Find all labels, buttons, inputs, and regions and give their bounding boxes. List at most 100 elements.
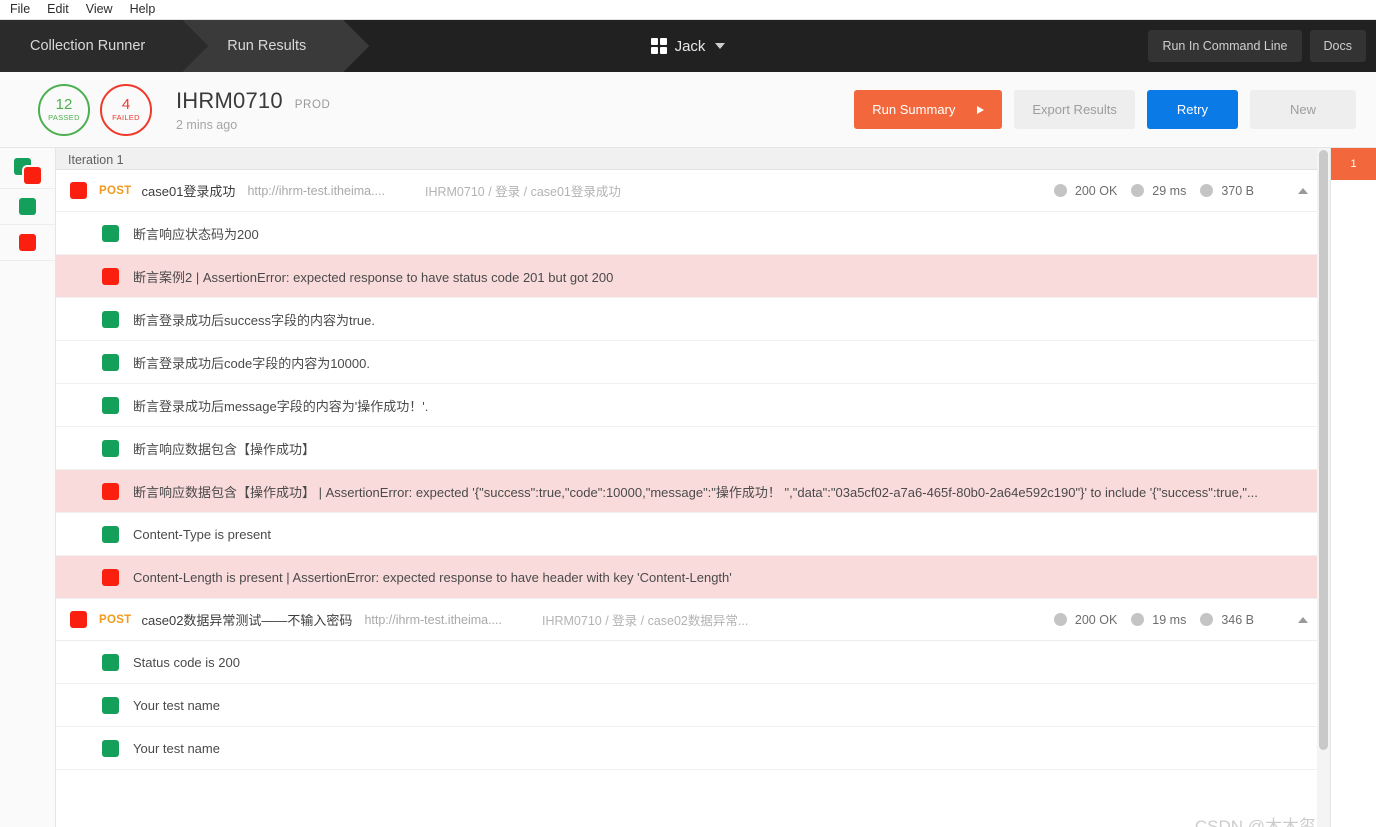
status-dot-icon (1131, 613, 1144, 626)
request-method: POST (99, 614, 132, 626)
status-dot-icon (1200, 613, 1213, 626)
assertion-text: 断言登录成功后success字段的内容为true. (133, 310, 375, 329)
assertion-row: 断言响应状态码为200 (56, 212, 1330, 255)
run-info: IHRM0710 PROD 2 mins ago (176, 88, 330, 132)
response-status: 200 OK (1075, 613, 1117, 627)
assertion-row: Your test name (56, 684, 1330, 727)
request-url: http://ihrm-test.itheima.... (247, 184, 385, 198)
results-minimap (0, 148, 56, 827)
environment-badge: PROD (295, 99, 331, 111)
assertion-row: Content-Type is present (56, 513, 1330, 556)
vertical-scrollbar-thumb[interactable] (1319, 150, 1328, 750)
response-meta: 200 OK 29 ms 370 B (1054, 184, 1308, 198)
run-summary-label: Run Summary (872, 102, 955, 117)
assertion-row: 断言响应数据包含【操作成功】 | AssertionError: expecte… (56, 470, 1330, 513)
request-url: http://ihrm-test.itheima.... (364, 613, 502, 627)
fail-square-icon (102, 268, 119, 285)
request-name: case01登录成功 (142, 181, 236, 200)
docs-button[interactable]: Docs (1310, 30, 1366, 62)
os-menu-bar: File Edit View Help (0, 0, 1376, 20)
assertion-text: 断言响应数据包含【操作成功】 | AssertionError: expecte… (133, 482, 1258, 501)
tab-run-results-label: Run Results (227, 38, 306, 54)
pass-square-icon (102, 654, 119, 671)
header-tabs: Collection Runner Run Results (0, 20, 344, 72)
chevron-up-icon[interactable] (1298, 188, 1308, 194)
assertion-row: 断言登录成功后message字段的内容为'操作成功！'. (56, 384, 1330, 427)
passed-count: 12 (56, 97, 73, 113)
assertion-text: Content-Length is present | AssertionErr… (133, 570, 732, 585)
minimap-pair (14, 158, 42, 184)
export-results-button[interactable]: Export Results (1014, 90, 1135, 129)
pass-square-icon (102, 697, 119, 714)
run-in-command-line-button[interactable]: Run In Command Line (1148, 30, 1301, 62)
play-arrow-icon (977, 106, 984, 114)
menu-item-help[interactable]: Help (130, 3, 156, 16)
grid-icon (651, 38, 667, 54)
assertion-text: 断言响应状态码为200 (133, 224, 259, 243)
failed-count: 4 (122, 97, 130, 113)
fail-square-icon (70, 182, 87, 199)
response-size: 346 B (1221, 613, 1254, 627)
pass-square-icon (102, 526, 119, 543)
request-name: case02数据异常测试——不输入密码 (142, 610, 353, 629)
assertion-row: 断言登录成功后code字段的内容为10000. (56, 341, 1330, 384)
assertion-row: Content-Length is present | AssertionErr… (56, 556, 1330, 599)
new-run-button[interactable]: New (1250, 90, 1356, 129)
tab-collection-runner[interactable]: Collection Runner (0, 20, 183, 72)
request-path: IHRM0710 / 登录 / case02数据异常... (542, 610, 748, 629)
request-row[interactable]: POST case02数据异常测试——不输入密码 http://ihrm-test.… (56, 599, 1330, 641)
status-dot-icon (1054, 613, 1067, 626)
menu-item-edit[interactable]: Edit (47, 3, 69, 16)
request-row[interactable]: POST case01登录成功 http://ihrm-test.itheima..… (56, 170, 1330, 212)
workspace-name: Jack (675, 38, 706, 55)
fail-square-icon (24, 167, 41, 184)
minimap-cell[interactable] (0, 153, 55, 189)
assertion-row: 断言案例2 | AssertionError: expected respons… (56, 255, 1330, 298)
passed-label: PASSED (48, 113, 80, 122)
assertion-row: 断言响应数据包含【操作成功】 (56, 427, 1330, 470)
header-actions: Run In Command Line Docs (1148, 20, 1376, 72)
pass-square-icon (102, 354, 119, 371)
pass-square-icon (19, 198, 36, 215)
vertical-scrollbar[interactable] (1317, 148, 1330, 827)
run-timestamp: 2 mins ago (176, 118, 330, 132)
minimap-cell[interactable] (0, 225, 55, 261)
status-dot-icon (1131, 184, 1144, 197)
passed-counter: 12 PASSED (38, 84, 90, 136)
response-meta: 200 OK 19 ms 346 B (1054, 613, 1308, 627)
workspace-selector[interactable]: Jack (651, 38, 726, 55)
fail-square-icon (102, 483, 119, 500)
request-method: POST (99, 185, 132, 197)
iteration-rail: 1 (1330, 148, 1376, 827)
collection-name: IHRM0710 (176, 88, 283, 114)
assertion-text: 断言登录成功后message字段的内容为'操作成功！'. (133, 396, 428, 415)
response-time: 19 ms (1152, 613, 1186, 627)
response-time: 29 ms (1152, 184, 1186, 198)
iteration-header: Iteration 1 (56, 148, 1330, 170)
results-scroll-area[interactable]: Iteration 1 POST case01登录成功 http://ihrm-tes… (56, 148, 1330, 827)
chevron-down-icon (715, 43, 725, 49)
iteration-badge[interactable]: 1 (1331, 148, 1376, 180)
assertion-text: 断言案例2 | AssertionError: expected respons… (133, 267, 613, 286)
response-size: 370 B (1221, 184, 1254, 198)
pass-square-icon (102, 740, 119, 757)
failed-label: FAILED (112, 113, 140, 122)
menu-item-file[interactable]: File (10, 3, 30, 16)
assertion-row: Status code is 200 (56, 641, 1330, 684)
menu-item-view[interactable]: View (86, 3, 113, 16)
results-body: Iteration 1 POST case01登录成功 http://ihrm-tes… (0, 148, 1376, 827)
status-dot-icon (1054, 184, 1067, 197)
chevron-up-icon[interactable] (1298, 617, 1308, 623)
results-list: Iteration 1 POST case01登录成功 http://ihrm-tes… (56, 148, 1330, 827)
assertion-row: 断言登录成功后success字段的内容为true. (56, 298, 1330, 341)
minimap-cell[interactable] (0, 189, 55, 225)
assertion-text: Your test name (133, 741, 220, 756)
status-dot-icon (1200, 184, 1213, 197)
pass-square-icon (102, 311, 119, 328)
run-summary-button[interactable]: Run Summary (854, 90, 1002, 129)
retry-button[interactable]: Retry (1147, 90, 1238, 129)
fail-square-icon (102, 569, 119, 586)
assertion-text: Your test name (133, 698, 220, 713)
pass-square-icon (102, 225, 119, 242)
response-status: 200 OK (1075, 184, 1117, 198)
